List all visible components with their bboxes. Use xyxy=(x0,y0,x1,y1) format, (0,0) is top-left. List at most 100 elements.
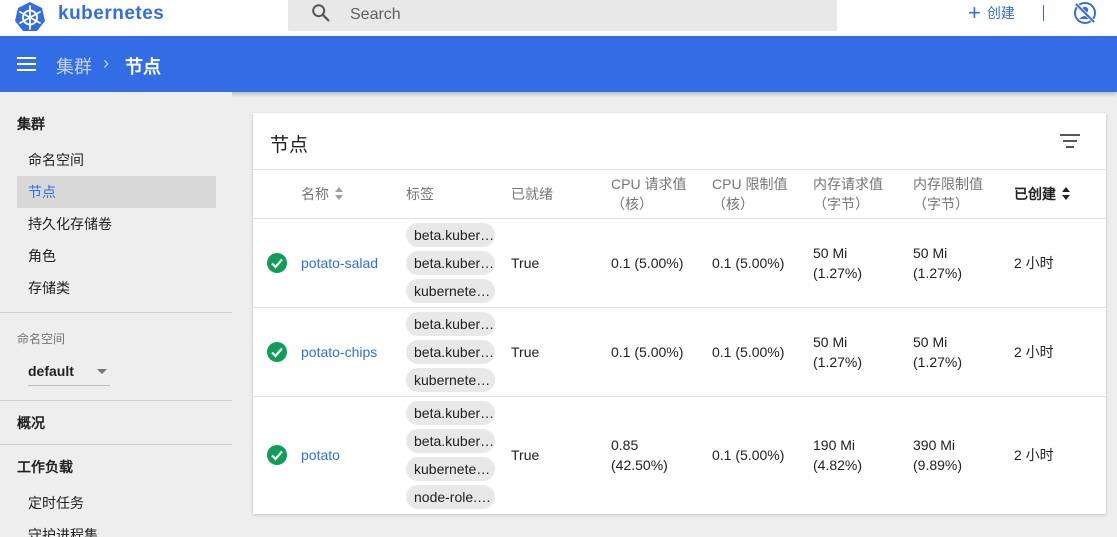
memory-limits-value: 50 Mi (1.27%) xyxy=(913,332,962,372)
memory-requests-line1: 50 Mi xyxy=(813,334,848,350)
memory-requests-line1: 50 Mi xyxy=(813,245,848,261)
label-chip[interactable]: kubernetes.io/hostname xyxy=(406,457,495,481)
breadcrumb-chevron-icon: › xyxy=(103,53,109,73)
column-header-name-label: 名称 xyxy=(301,186,329,202)
create-label: 创建 xyxy=(986,5,1015,21)
brand-name[interactable]: kubernetes xyxy=(58,3,164,25)
column-header-cpu-limits-line1: CPU 限制值 xyxy=(712,176,788,192)
label-chip[interactable]: beta.kubernetes.io/os xyxy=(406,429,495,453)
ready-value: True xyxy=(511,447,540,463)
card-divider xyxy=(253,169,1106,170)
sidebar-divider xyxy=(0,400,232,401)
cpu-limits-value: 0.1 (5.00%) xyxy=(712,447,785,463)
sidebar-item-cronjobs[interactable]: 定时任务 xyxy=(17,487,216,519)
hamburger-menu-icon[interactable] xyxy=(17,57,36,71)
breadcrumb-current: 节点 xyxy=(125,57,161,77)
ready-value: True xyxy=(511,255,540,271)
namespace-label: 命名空间 xyxy=(17,332,66,346)
node-name-link[interactable]: potato-salad xyxy=(301,255,378,271)
search-icon xyxy=(312,4,330,22)
sidebar-heading-workloads[interactable]: 工作负载 xyxy=(17,457,73,477)
label-chip[interactable]: kubernetes.io/hostname xyxy=(406,368,495,392)
label-chip[interactable]: beta.kubernetes.io/arch xyxy=(406,223,495,247)
memory-requests-line1: 190 Mi xyxy=(813,437,856,453)
column-header-name[interactable]: 名称 xyxy=(301,184,344,204)
memory-limits-line1: 50 Mi xyxy=(913,245,948,261)
memory-limits-line1: 50 Mi xyxy=(913,334,948,350)
breadcrumb-cluster[interactable]: 集群 xyxy=(56,53,92,79)
column-header-memory-limits-line1: 内存限制值 xyxy=(913,176,983,192)
cpu-requests-value: 0.85 (42.50%) xyxy=(611,435,668,475)
label-chip[interactable]: beta.kubernetes.io/arch xyxy=(406,401,495,425)
cpu-requests-line1: 0.85 xyxy=(611,437,639,453)
sidebar-item-roles[interactable]: 角色 xyxy=(17,240,216,272)
column-header-memory-requests-line2: （字节） xyxy=(813,196,869,212)
cpu-limits-value: 0.1 (5.00%) xyxy=(712,255,785,271)
label-chip[interactable]: beta.kubernetes.io/os xyxy=(406,251,495,275)
search-input[interactable] xyxy=(350,4,810,26)
column-header-labels: 标签 xyxy=(406,186,434,202)
label-chip[interactable]: beta.kubernetes.io/os xyxy=(406,340,495,364)
namespace-select[interactable]: default xyxy=(28,356,110,386)
check-circle-icon xyxy=(267,445,287,465)
user-logged-out-icon[interactable] xyxy=(1073,1,1097,25)
memory-requests-value: 50 Mi (1.27%) xyxy=(813,332,862,372)
sidebar-item-storage-classes[interactable]: 存储类 xyxy=(17,272,216,304)
sidebar: 集群 命名空间 节点 持久化存储卷 角色 存储类 命名空间 default 概况… xyxy=(0,92,232,537)
cpu-requests-value: 0.1 (5.00%) xyxy=(611,253,683,273)
cpu-requests-line1: 0.1 (5.00%) xyxy=(611,255,684,271)
top-bar: kubernetes + 创建 xyxy=(0,0,1117,36)
sidebar-item-daemonsets[interactable]: 守护进程集 xyxy=(17,519,216,537)
kubernetes-logo-icon[interactable] xyxy=(14,1,46,33)
caret-down-icon xyxy=(97,369,107,374)
namespace-value: default xyxy=(28,363,74,379)
column-header-cpu-limits-line2: （核） xyxy=(712,196,754,212)
check-circle-icon xyxy=(267,253,287,273)
sidebar-item-namespaces[interactable]: 命名空间 xyxy=(17,144,216,176)
node-name-link[interactable]: potato xyxy=(301,447,340,463)
memory-limits-value: 50 Mi (1.27%) xyxy=(913,243,962,283)
sort-icon[interactable] xyxy=(335,187,344,201)
cpu-requests-value: 0.1 (5.00%) xyxy=(611,342,683,362)
sidebar-item-overview[interactable]: 概况 xyxy=(17,413,45,433)
memory-limits-line2: (1.27%) xyxy=(913,354,963,370)
card-divider xyxy=(253,307,1106,308)
node-name-link[interactable]: potato-chips xyxy=(301,344,377,360)
column-header-cpu-requests-line1: CPU 请求值 xyxy=(611,176,687,192)
column-header-memory-requests: 内存请求值 （字节） xyxy=(813,174,883,214)
check-circle-icon xyxy=(267,342,287,362)
column-header-cpu-requests: CPU 请求值 （核） xyxy=(611,174,686,214)
plus-icon: + xyxy=(968,0,981,25)
memory-requests-value: 190 Mi (4.82%) xyxy=(813,435,862,475)
label-chip[interactable]: kubernetes.io/hostname xyxy=(406,279,495,303)
card-divider xyxy=(253,218,1106,219)
cpu-limits-value: 0.1 (5.00%) xyxy=(712,344,785,360)
app-header: 集群 › 节点 xyxy=(0,36,1117,92)
column-header-created-label: 已创建 xyxy=(1014,186,1056,202)
label-chip[interactable]: node-role.kubernetes.io/master xyxy=(406,485,495,509)
column-header-cpu-requests-line2: （核） xyxy=(611,196,653,212)
sidebar-divider xyxy=(0,312,232,313)
memory-limits-line2: (9.89%) xyxy=(913,457,963,473)
card-title: 节点 xyxy=(270,135,309,156)
column-header-created[interactable]: 已创建 xyxy=(1014,184,1071,204)
label-chip[interactable]: beta.kubernetes.io/arch xyxy=(406,312,495,336)
sidebar-item-persistent-volumes[interactable]: 持久化存储卷 xyxy=(17,208,216,240)
created-value: 2 小时 xyxy=(1014,447,1054,463)
memory-limits-line2: (1.27%) xyxy=(913,265,963,281)
sidebar-item-nodes[interactable]: 节点 xyxy=(17,176,216,208)
column-header-memory-limits: 内存限制值 （字节） xyxy=(913,174,983,214)
filter-icon[interactable] xyxy=(1060,134,1080,148)
topbar-divider xyxy=(1043,5,1044,21)
memory-requests-value: 50 Mi (1.27%) xyxy=(813,243,862,283)
sidebar-heading-cluster[interactable]: 集群 xyxy=(17,114,45,134)
card-divider xyxy=(253,396,1106,397)
column-header-memory-limits-line2: （字节） xyxy=(913,196,969,212)
cpu-requests-line2: (42.50%) xyxy=(611,457,668,473)
created-value: 2 小时 xyxy=(1014,344,1054,360)
ready-value: True xyxy=(511,344,540,360)
column-header-cpu-limits: CPU 限制值 （核） xyxy=(712,174,787,214)
search-bar[interactable] xyxy=(288,0,837,31)
create-button[interactable]: + 创建 xyxy=(968,2,1015,24)
sort-icon[interactable] xyxy=(1062,187,1071,201)
